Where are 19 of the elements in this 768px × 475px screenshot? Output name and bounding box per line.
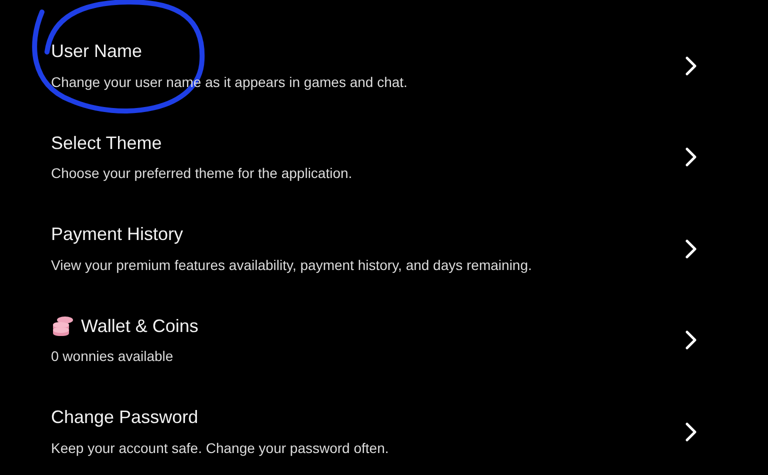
setting-description: 0 wonnies available [51, 347, 174, 366]
chevron-right-icon [684, 330, 698, 350]
coins-icon [51, 315, 75, 338]
setting-title: Change Password [51, 407, 198, 428]
chevron-right-icon [684, 238, 698, 259]
settings-row[interactable]: Payment History View your premium features availability, payment history, and days remaining. [51, 209, 708, 300]
chevron-right-icon [684, 147, 698, 168]
settings-row[interactable]: Change Password Keep your account safe. Change your password often. [51, 392, 708, 475]
setting-description: Keep your account safe. Change your password often. [51, 438, 389, 457]
chevron-right-icon [684, 422, 698, 442]
settings-row[interactable]: Select Theme Choose your preferred theme for the application. [51, 118, 708, 209]
setting-title: Wallet & Coins [81, 316, 198, 337]
settings-row[interactable]: Wallet & Coins 0 wonnies available [51, 300, 708, 392]
chevron-right-icon [684, 56, 698, 76]
setting-description: Choose your preferred theme for the application. [51, 164, 352, 182]
setting-title: Payment History [51, 224, 184, 246]
setting-title: User Name [51, 41, 142, 62]
setting-description: View your premium features availability, payment history, and days remaining. [51, 256, 532, 274]
setting-title: Select Theme [51, 132, 162, 154]
